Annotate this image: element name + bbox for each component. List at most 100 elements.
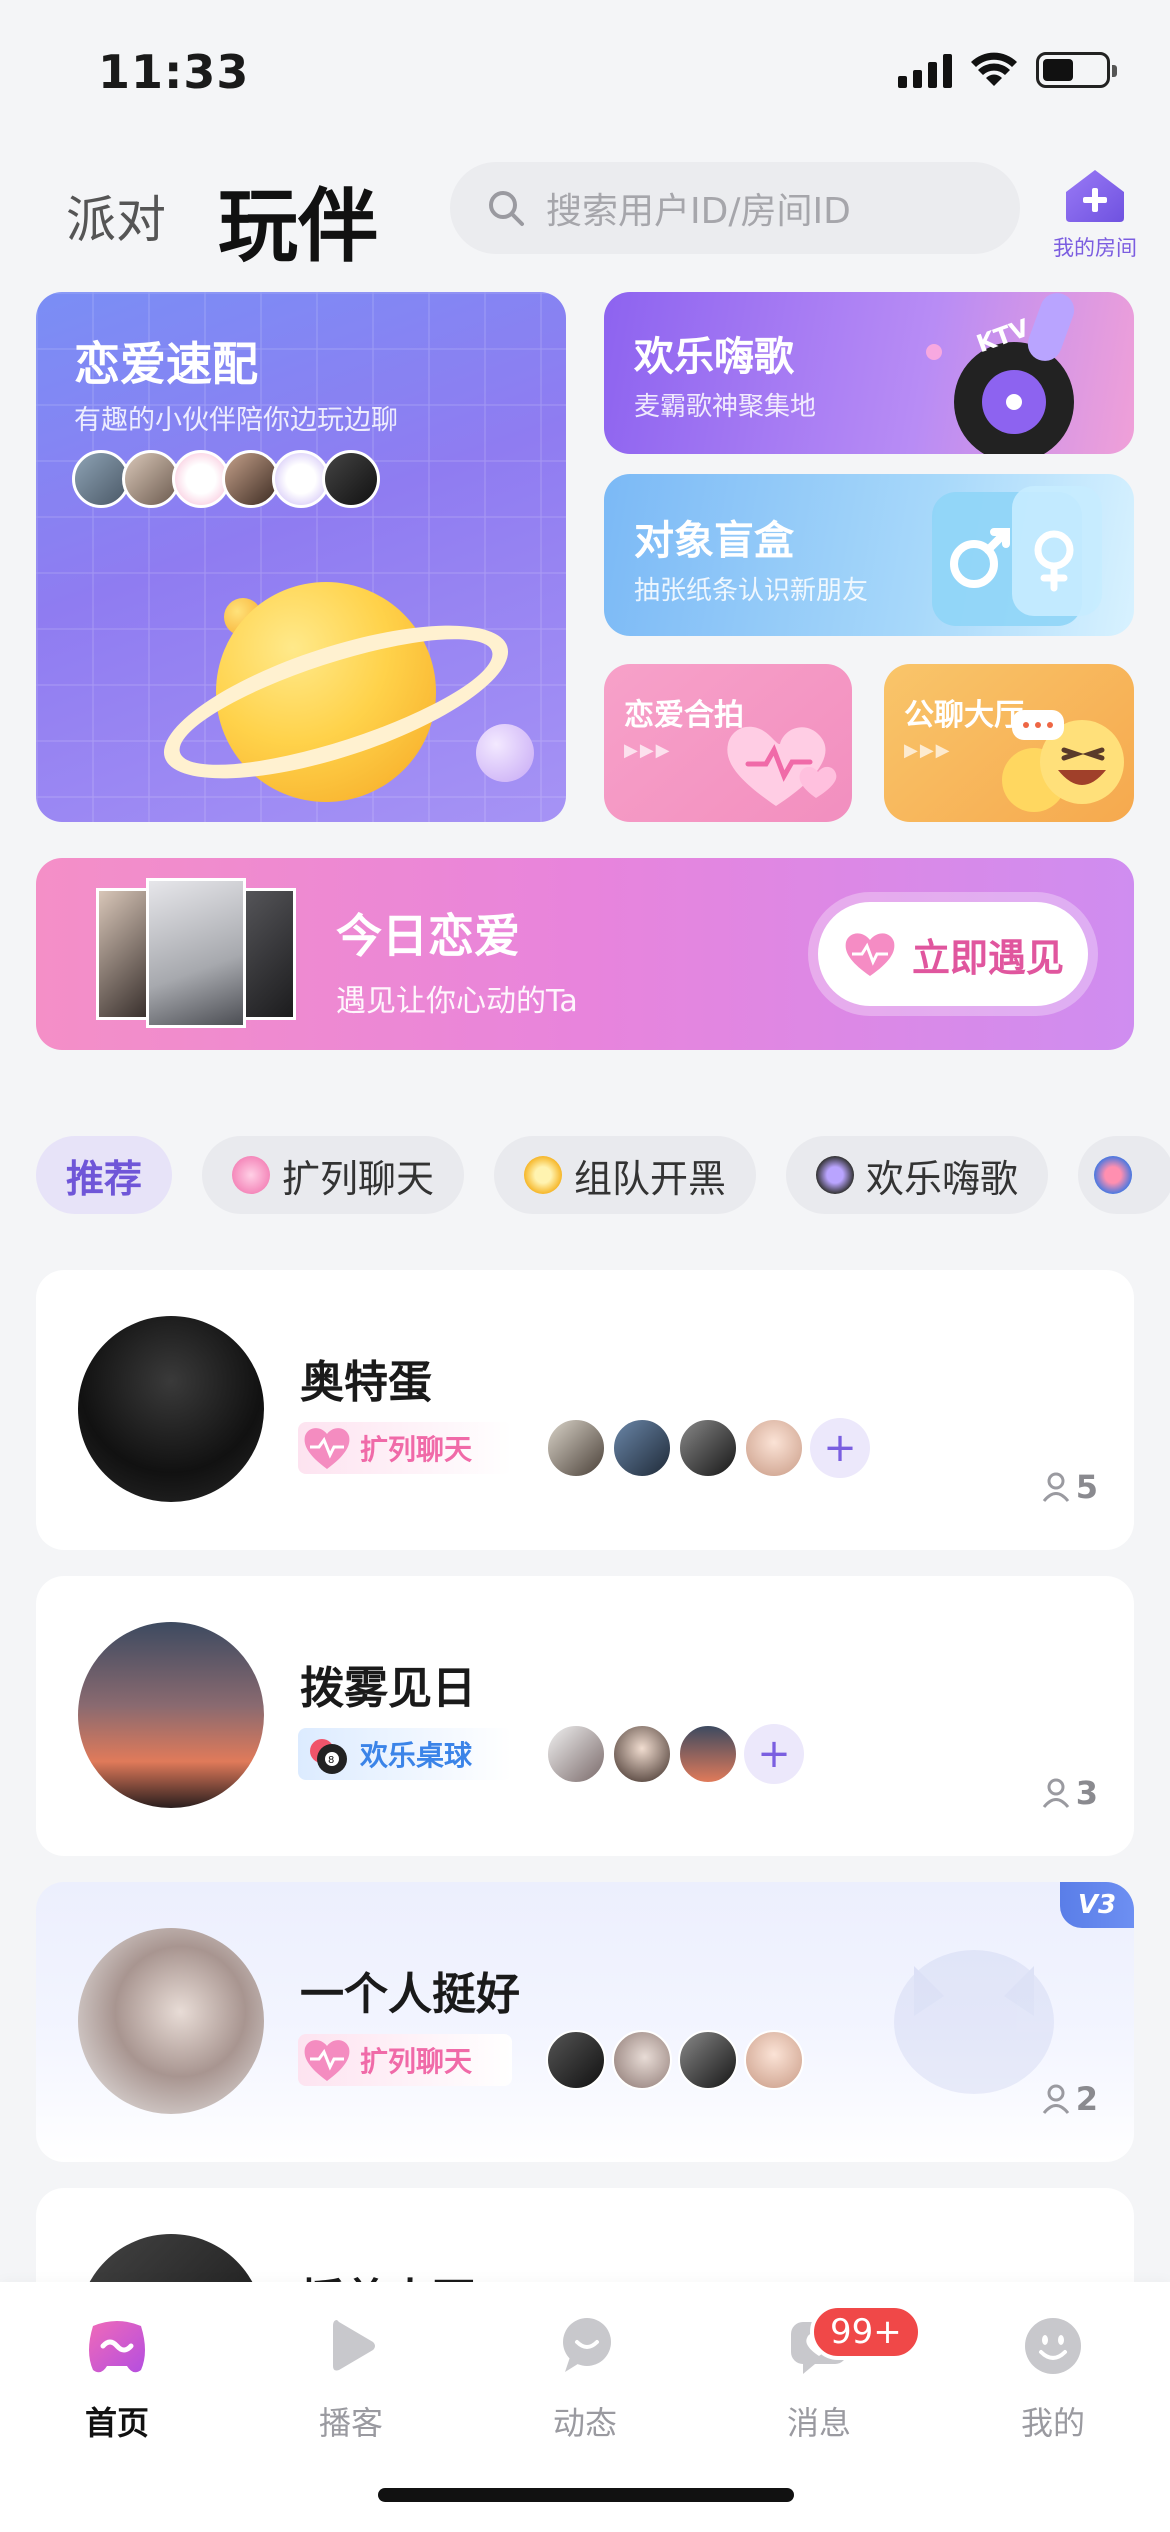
member-avatar	[546, 1724, 606, 1784]
room-count-value: 3	[1075, 1774, 1098, 1812]
search-input[interactable]: 搜索用户ID/房间ID	[450, 162, 1020, 254]
room-name: 一个人挺好	[300, 1969, 520, 2020]
tab-label: 欢乐嗨歌	[866, 1156, 1019, 1201]
chat-bubble-icon	[563, 2318, 611, 2372]
person-icon	[1042, 2084, 1069, 2114]
status-icons	[898, 52, 1117, 88]
love-match-subtitle: 有趣的小伙伴陪你边玩边聊	[74, 405, 398, 436]
play-arrows-icon: ▶▶▶	[624, 740, 672, 761]
member-avatar	[546, 2030, 606, 2090]
member-avatar	[546, 1418, 606, 1478]
heart-icon	[845, 933, 895, 976]
room-name: 奥特蛋	[300, 1357, 432, 1408]
room-avatar	[78, 1316, 264, 1502]
today-love-subtitle: 遇见让你心动的Ta	[336, 984, 578, 1019]
ktv-card[interactable]: 欢乐嗨歌 麦霸歌神聚集地 KTV	[604, 292, 1134, 454]
add-member-button[interactable]: +	[810, 1418, 870, 1478]
ktv-title: 欢乐嗨歌	[634, 334, 794, 380]
person-icon	[1042, 1472, 1069, 1502]
room-card[interactable]: 拨雾见日 8 欢乐桌球 + 3	[36, 1576, 1134, 1856]
my-room-button[interactable]: 我的房间	[1040, 168, 1150, 262]
room-card[interactable]: V3 一个人挺好 扩列聊天 2	[36, 1882, 1134, 2162]
member-avatar	[744, 2030, 804, 2090]
nav-label: 我的	[1020, 2404, 1085, 2442]
tab-recommend[interactable]: 推荐	[36, 1136, 173, 1214]
meet-now-label: 立即遇见	[911, 935, 1064, 980]
unread-badge: 99+	[810, 2304, 922, 2360]
category-tabs: 推荐 扩列聊天 组队开黑 欢乐嗨歌	[36, 1136, 1170, 1214]
house-plus-icon	[1066, 170, 1124, 222]
home-indicator[interactable]	[378, 2488, 794, 2502]
room-tag-label: 欢乐桌球	[360, 1739, 473, 1772]
heart-icon	[727, 726, 837, 806]
microphone-icon	[816, 1156, 855, 1194]
nav-label: 消息	[786, 2404, 851, 2442]
vip-badge: V3	[1060, 1882, 1134, 1928]
room-avatar	[78, 1622, 264, 1808]
room-tag-label: 扩列聊天	[360, 2045, 473, 2078]
tab-label: 组队开黑	[574, 1156, 727, 1201]
heart-chat-icon	[232, 1156, 271, 1194]
nav-profile[interactable]: 我的	[936, 2312, 1170, 2444]
play-arrows-icon: ▶▶▶	[904, 740, 952, 761]
tab-ktv[interactable]: 欢乐嗨歌	[786, 1136, 1049, 1214]
decor-ball	[476, 724, 534, 782]
billiard-icon	[1094, 1156, 1133, 1194]
room-avatar	[78, 1928, 264, 2114]
nav-label: 播客	[318, 2404, 383, 2442]
tab-playmate[interactable]: 玩伴	[218, 162, 378, 278]
nav-label: 动态	[552, 2404, 617, 2442]
member-avatar	[678, 1724, 738, 1784]
tab-more[interactable]	[1078, 1136, 1170, 1214]
photo-stack	[96, 878, 316, 1030]
member-avatars	[546, 2030, 804, 2090]
public-hall-card[interactable]: 公聊大厅 ▶▶▶	[884, 664, 1134, 822]
tab-label: 推荐	[66, 1156, 143, 1201]
member-avatar	[744, 1418, 804, 1478]
coin-icon	[524, 1156, 563, 1194]
tab-party[interactable]: 派对	[66, 180, 166, 252]
cellular-signal-icon	[898, 52, 952, 88]
nav-home[interactable]: 首页	[0, 2312, 234, 2444]
laughing-emoji-icon	[1002, 710, 1124, 812]
member-avatars: +	[546, 1724, 804, 1784]
heart-chat-icon	[304, 1428, 350, 1469]
blind-box-title: 对象盲盒	[634, 518, 794, 564]
gender-box-icon	[932, 486, 1102, 626]
search-placeholder: 搜索用户ID/房间ID	[546, 191, 851, 232]
room-member-count: 5	[1042, 1468, 1098, 1506]
today-love-title: 今日恋爱	[336, 909, 520, 963]
wifi-icon	[971, 52, 1017, 86]
tab-chat[interactable]: 扩列聊天	[202, 1136, 465, 1214]
member-avatars: +	[546, 1418, 870, 1478]
photo	[146, 878, 246, 1028]
love-match-card[interactable]: 恋爱速配 有趣的小伙伴陪你边玩边聊	[36, 292, 566, 822]
tab-team-game[interactable]: 组队开黑	[494, 1136, 757, 1214]
nav-moments[interactable]: 动态	[468, 2312, 702, 2444]
love-match-title: 恋爱速配	[74, 337, 258, 391]
billiard-ball-icon: 8	[310, 1739, 347, 1774]
blind-box-card[interactable]: 对象盲盒 抽张纸条认识新朋友	[604, 474, 1134, 636]
smiley-icon	[1025, 2318, 1081, 2374]
room-name: 拨雾见日	[300, 1663, 476, 1714]
add-member-button[interactable]: +	[744, 1724, 804, 1784]
person-icon	[1042, 1778, 1069, 1808]
room-tag: 扩列聊天	[298, 1422, 512, 1474]
nav-podcast[interactable]: 播客	[234, 2312, 468, 2444]
room-count-value: 2	[1075, 2080, 1098, 2118]
svg-text:8: 8	[328, 1755, 334, 1766]
member-avatar	[678, 2030, 738, 2090]
status-time: 11:33	[98, 45, 250, 99]
member-avatar	[678, 1418, 738, 1478]
nav-messages[interactable]: 99+ 消息	[702, 2304, 936, 2444]
today-love-banner[interactable]: 今日恋爱 遇见让你心动的Ta 立即遇见	[36, 858, 1134, 1050]
love-photo-card[interactable]: 恋爱合拍 ▶▶▶	[604, 664, 852, 822]
tab-label: 扩列聊天	[282, 1156, 435, 1201]
search-icon	[489, 191, 524, 226]
meet-now-button[interactable]: 立即遇见	[808, 892, 1098, 1016]
room-tag-label: 扩列聊天	[360, 1433, 473, 1466]
nav-label: 首页	[84, 2404, 149, 2442]
room-tag: 扩列聊天	[298, 2034, 512, 2086]
room-card[interactable]: 奥特蛋 扩列聊天 + 5	[36, 1270, 1134, 1550]
member-avatar	[612, 2030, 672, 2090]
